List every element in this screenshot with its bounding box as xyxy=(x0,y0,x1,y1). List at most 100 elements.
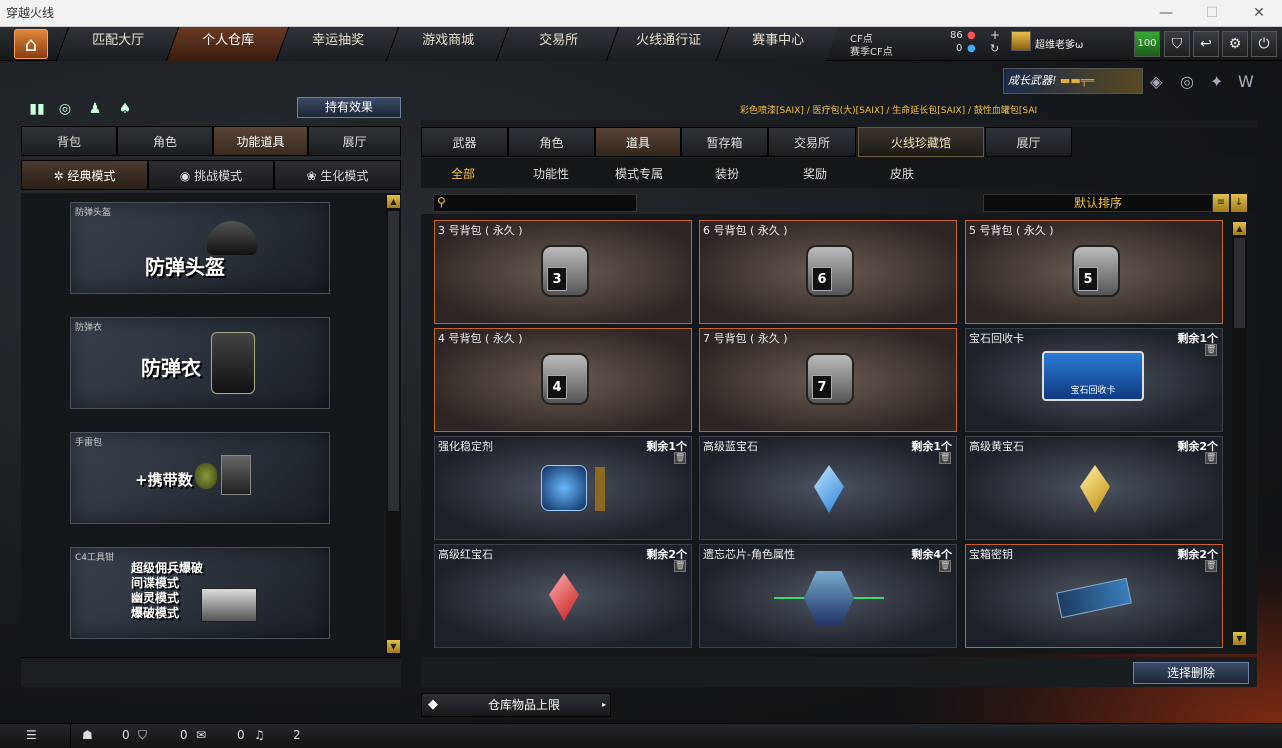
trash-icon[interactable]: 🗑 xyxy=(1205,344,1217,356)
maximize-button[interactable]: ☐ xyxy=(1189,0,1235,27)
left-tab-backpack[interactable]: 背包 xyxy=(21,126,117,156)
refresh-icon[interactable]: ↻ xyxy=(990,42,999,55)
tab-characters[interactable]: 角色 xyxy=(508,127,595,157)
scroll-thumb[interactable] xyxy=(1234,238,1245,328)
scroll-thumb[interactable] xyxy=(388,211,399,511)
scroll-down-arrow-icon[interactable]: ▼ xyxy=(387,640,400,653)
item-card[interactable]: 强化稳定剂 剩余1个 🗑 xyxy=(434,436,692,540)
select-delete-button[interactable]: 选择删除 xyxy=(1133,662,1249,684)
trash-icon[interactable]: 🗑 xyxy=(674,560,686,572)
slot-c4-tool[interactable]: C4工具钳 超级佣兵爆破 间谍模式 幽灵模式 爆破模式 xyxy=(70,547,330,639)
item-card[interactable]: 宝箱密钥 剩余2个 🗑 xyxy=(965,544,1223,648)
stats-icon[interactable]: ▮▮ xyxy=(27,99,47,119)
slot-helmet[interactable]: 防弹头盔 防弹头盔 xyxy=(70,202,330,294)
item-card[interactable]: 宝石回收卡 剩余1个 🗑 宝石回收卡 xyxy=(965,328,1223,432)
subtab-mode[interactable]: 模式专属 xyxy=(615,165,663,182)
rotate-icon[interactable]: ◎ xyxy=(55,99,75,119)
sort-order-icon[interactable]: ↓ xyxy=(1231,194,1247,212)
tab-collection[interactable]: 火线珍藏馆 xyxy=(858,127,984,157)
menu-list-icon[interactable]: ☰ xyxy=(26,728,37,742)
power-button[interactable]: ⏻ xyxy=(1251,31,1277,57)
shield-button[interactable]: ⛉ xyxy=(1164,31,1190,57)
tab-showroom[interactable]: 展厅 xyxy=(985,127,1072,157)
volume-icon[interactable]: ♫ xyxy=(254,728,265,742)
left-tab-functional[interactable]: 功能道具 xyxy=(213,126,308,156)
sort-dropdown[interactable]: 默认排序 xyxy=(983,194,1213,212)
mode-tab-challenge[interactable]: ◉ 挑战模式 xyxy=(148,160,274,190)
item-card[interactable]: 高级红宝石 剩余2个 🗑 xyxy=(434,544,692,648)
effects-button[interactable]: 持有效果 xyxy=(297,97,401,118)
list-view-icon[interactable]: ≡ xyxy=(1213,194,1229,212)
item-card[interactable]: 5 号背包 ( 永久 ) 5 xyxy=(965,220,1223,324)
chat-icon[interactable]: ✉ xyxy=(196,728,206,742)
nav-tab-lucky-draw[interactable]: 幸运抽奖 xyxy=(276,27,398,61)
left-tab-character[interactable]: 角色 xyxy=(117,126,213,156)
item-card[interactable]: 7 号背包 ( 永久 ) 7 xyxy=(699,328,957,432)
obtained-items-ticker: 彩色喷漆[SAIX] / 医疗包(大)[SAIX] / 生命延长包[SAIX] … xyxy=(740,103,1118,116)
nav-tab-exchange[interactable]: 交易所 xyxy=(496,27,618,61)
item-card[interactable]: 4 号背包 ( 永久 ) 4 xyxy=(434,328,692,432)
return-icon: ↩ xyxy=(1200,36,1212,52)
trash-icon[interactable]: 🗑 xyxy=(1205,452,1217,464)
subtab-all[interactable]: 全部 xyxy=(451,165,475,182)
item-card[interactable]: 6 号背包 ( 永久 ) 6 xyxy=(699,220,957,324)
nav-tab-battle-pass[interactable]: 火线通行证 xyxy=(606,27,728,61)
right-scrollbar[interactable]: ▲ ▼ xyxy=(1232,220,1247,648)
c4-image xyxy=(201,588,257,622)
close-button[interactable]: ✕ xyxy=(1236,0,1282,27)
bag-icon[interactable]: ♠ xyxy=(115,99,135,119)
emblem-icon[interactable]: W xyxy=(1238,72,1254,91)
tab-storage[interactable]: 暂存箱 xyxy=(681,127,768,157)
subtab-dress[interactable]: 装扮 xyxy=(715,165,739,182)
backpack-icon: 3 xyxy=(541,245,589,297)
left-tab-showroom[interactable]: 展厅 xyxy=(308,126,401,156)
nav-tab-warehouse[interactable]: 个人仓库 xyxy=(166,27,288,61)
friends-icon[interactable]: ☗ xyxy=(82,728,93,742)
back-button[interactable]: ↩ xyxy=(1193,31,1219,57)
slot-grenade-pack[interactable]: 手雷包 +携带数 xyxy=(70,432,330,524)
growth-weapon-banner[interactable]: 成长武器! ▬▬╤═ xyxy=(1003,68,1143,94)
scroll-down-arrow-icon[interactable]: ▼ xyxy=(1233,632,1246,645)
mode-tab-zombie[interactable]: ❀ 生化模式 xyxy=(274,160,401,190)
subtab-rewards[interactable]: 奖励 xyxy=(803,165,827,182)
minimize-button[interactable]: — xyxy=(1143,0,1189,27)
chat-count: 0 xyxy=(237,728,245,742)
person-icon[interactable]: ♟ xyxy=(85,99,105,119)
mode-tab-classic[interactable]: ✲ 经典模式 xyxy=(21,160,148,190)
home-button[interactable]: ⌂ xyxy=(14,29,48,59)
trash-icon[interactable]: 🗑 xyxy=(939,560,951,572)
left-scrollbar[interactable]: ▲ ▼ xyxy=(386,193,401,655)
clan-icon[interactable]: ⛉ xyxy=(138,728,147,743)
item-card[interactable]: 遗忘芯片-角色属性 剩余4个 🗑 xyxy=(699,544,957,648)
warehouse-capacity-button[interactable]: ◆ 仓库物品上限 ▸ xyxy=(421,693,611,717)
settings-button[interactable]: ⚙ xyxy=(1222,31,1248,57)
search-input[interactable]: ⚲ xyxy=(433,194,637,212)
stabilizer-jar-image xyxy=(541,465,587,511)
item-card[interactable]: 3 号背包 ( 永久 ) 3 xyxy=(434,220,692,324)
trash-icon[interactable]: 🗑 xyxy=(1205,560,1217,572)
subtab-functional[interactable]: 功能性 xyxy=(533,165,569,182)
badge-icon[interactable]: ◈ xyxy=(1150,72,1162,91)
window-title-bar: 穿越火线 xyxy=(0,0,1282,27)
item-card[interactable]: 高级黄宝石 剩余2个 🗑 xyxy=(965,436,1223,540)
red-gem-icon xyxy=(549,573,579,621)
tab-items[interactable]: 道具 xyxy=(595,127,681,157)
trash-icon[interactable]: 🗑 xyxy=(939,452,951,464)
cf-points-value: 86 xyxy=(950,30,963,41)
subtab-skins[interactable]: 皮肤 xyxy=(890,165,914,182)
tab-exchange[interactable]: 交易所 xyxy=(768,127,856,157)
trash-icon[interactable]: 🗑 xyxy=(674,452,686,464)
gem-recycle-card-image: 宝石回收卡 xyxy=(1042,351,1144,401)
slot-body-armor[interactable]: 防弹衣 防弹衣 xyxy=(70,317,330,409)
nav-tab-events[interactable]: 赛事中心 xyxy=(716,27,838,61)
scroll-up-arrow-icon[interactable]: ▲ xyxy=(387,195,400,208)
star-icon[interactable]: ✦ xyxy=(1210,72,1223,91)
scroll-up-arrow-icon[interactable]: ▲ xyxy=(1233,222,1246,235)
stabilizer-bar-icon xyxy=(595,467,605,511)
item-card[interactable]: 高级蓝宝石 剩余1个 🗑 xyxy=(699,436,957,540)
tab-weapons[interactable]: 武器 xyxy=(421,127,508,157)
globe-icon[interactable]: ◎ xyxy=(1180,72,1194,91)
add-cf-icon[interactable]: + xyxy=(990,28,1000,42)
nav-tab-shop[interactable]: 游戏商城 xyxy=(386,27,508,61)
nav-tab-match-lobby[interactable]: 匹配大厅 xyxy=(56,27,178,61)
